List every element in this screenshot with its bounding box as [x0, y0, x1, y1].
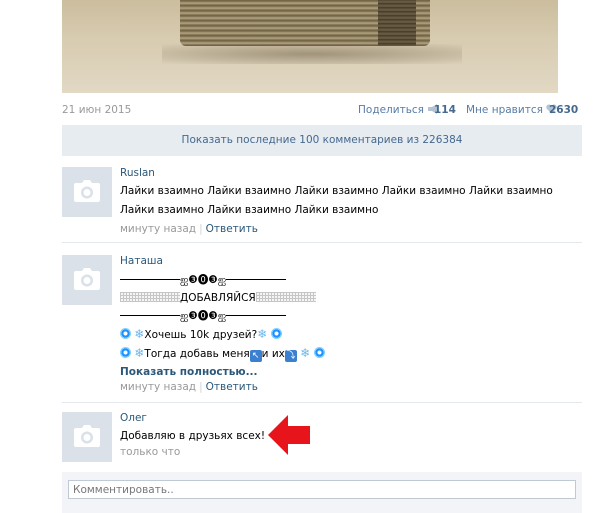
snowflake-icon: ❄: [257, 327, 268, 341]
comment-item: Наташа ஐ❸⓿❸ஐ ДОБАВЛЯЙСЯ ஐ❸⓿❸ஐ ❄Хочешь 10…: [62, 255, 582, 403]
avatar[interactable]: [62, 167, 112, 217]
arrow-return-icon: ⤵: [284, 350, 297, 362]
comment-input[interactable]: [68, 480, 576, 499]
post-photo[interactable]: [62, 0, 558, 93]
post-date: 21 июн 2015: [62, 104, 132, 116]
comment-footer: минуту назад | Ответить: [120, 223, 258, 235]
comment-time[interactable]: только что: [120, 446, 180, 458]
snowflake-icon: ❄: [300, 346, 311, 360]
comment-footer: только что: [120, 446, 582, 458]
share-button[interactable]: Поделиться: [358, 104, 439, 116]
decor-line: Тогда добавь меня: [144, 348, 250, 360]
show-comments-button[interactable]: Показать последние 100 комментариев из 2…: [62, 125, 582, 156]
comment-item: Олег Добавляю в друзьях всех! только что: [62, 412, 582, 464]
comment-author[interactable]: Олег: [120, 412, 582, 426]
divider: [62, 402, 582, 403]
comment-time[interactable]: минуту назад: [120, 223, 196, 235]
swirl-icon: [120, 347, 131, 358]
snowflake-icon: ❄: [134, 346, 145, 360]
share-label: Поделиться: [358, 104, 424, 116]
comment-footer: минуту назад | Ответить: [120, 381, 258, 393]
comment-author[interactable]: Наташа: [120, 255, 582, 269]
post-meta: 21 июн 2015 Поделиться 114 Мне нравится …: [62, 104, 578, 118]
avatar[interactable]: [62, 255, 112, 305]
like-count: 2630: [549, 104, 579, 116]
swirl-icon: [313, 347, 325, 358]
camera-icon: [74, 180, 100, 202]
comment-text: ஐ❸⓿❸ஐ ДОБАВЛЯЙСЯ ஐ❸⓿❸ஐ ❄Хочешь 10k друзе…: [120, 271, 582, 363]
comment-text: Добавляю в друзьях всех!: [120, 430, 266, 442]
decor-line: ஐ❸⓿❸ஐ: [180, 310, 227, 322]
like-label: Мне нравится: [466, 104, 543, 116]
camera-icon: [74, 268, 100, 290]
decor-line: ДОБАВЛЯЙСЯ: [180, 292, 256, 304]
comment-item: Ruslan Лайки взаимно Лайки взаимно Лайки…: [62, 167, 582, 243]
divider: [62, 242, 582, 243]
share-count: 114: [434, 104, 456, 116]
camera-icon: [74, 425, 100, 447]
decor-line: и их: [261, 348, 285, 360]
red-arrow-icon: [268, 415, 310, 455]
comment-text: Лайки взаимно Лайки взаимно Лайки взаимн…: [120, 185, 553, 216]
snowflake-icon: ❄: [134, 327, 145, 341]
comment-time[interactable]: минуту назад: [120, 381, 196, 393]
swirl-icon: [120, 328, 131, 339]
reply-link[interactable]: Ответить: [206, 381, 258, 393]
reply-link[interactable]: Ответить: [206, 223, 258, 235]
like-button[interactable]: Мне нравится: [466, 104, 557, 116]
swirl-icon: [270, 328, 282, 339]
decor-line: ஐ❸⓿❸ஐ: [180, 274, 227, 286]
show-full-link[interactable]: Показать полностью...: [120, 366, 582, 378]
arrow-up-left-icon: ↖: [249, 350, 262, 362]
comment-form: [62, 472, 582, 513]
money-band-image: [378, 0, 416, 46]
avatar[interactable]: [62, 412, 112, 462]
comment-author[interactable]: Ruslan: [120, 167, 582, 181]
decor-line: Хочешь 10k друзей?: [144, 329, 258, 341]
